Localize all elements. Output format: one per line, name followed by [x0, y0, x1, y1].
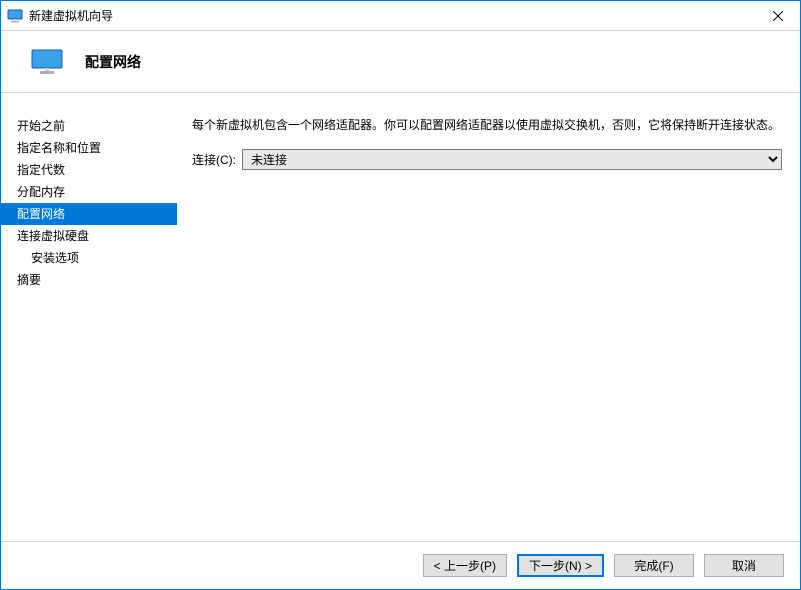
sidebar-item-before-begin[interactable]: 开始之前: [1, 115, 177, 137]
cancel-button[interactable]: 取消: [704, 554, 784, 577]
close-button[interactable]: [755, 1, 800, 30]
wizard-step-icon: [31, 49, 63, 75]
next-button[interactable]: 下一步(N) >: [517, 554, 604, 577]
connection-row: 连接(C): 未连接: [192, 149, 782, 170]
connection-label: 连接(C):: [192, 151, 236, 168]
step-description: 每个新虚拟机包含一个网络适配器。你可以配置网络适配器以使用虚拟交换机，否则，它将…: [192, 115, 782, 135]
page-heading: 配置网络: [85, 52, 141, 72]
sidebar-item-virtual-disk[interactable]: 连接虚拟硬盘: [1, 225, 177, 247]
prev-button[interactable]: < 上一步(P): [423, 554, 507, 577]
finish-button[interactable]: 完成(F): [614, 554, 694, 577]
wizard-footer: < 上一步(P) 下一步(N) > 完成(F) 取消: [1, 541, 800, 589]
wizard-steps-sidebar: 开始之前 指定名称和位置 指定代数 分配内存 配置网络 连接虚拟硬盘 安装选项 …: [1, 93, 178, 541]
sidebar-item-name-location[interactable]: 指定名称和位置: [1, 137, 177, 159]
connection-select[interactable]: 未连接: [242, 149, 782, 170]
sidebar-item-install-options[interactable]: 安装选项: [1, 247, 177, 269]
header-panel: 配置网络: [1, 31, 800, 93]
sidebar-item-generation[interactable]: 指定代数: [1, 159, 177, 181]
wizard-window: 新建虚拟机向导 配置网络 开始之前 指定名称和位置 指定代数 分配内存 配置网络…: [0, 0, 801, 590]
window-title: 新建虚拟机向导: [29, 7, 755, 24]
app-icon: [7, 8, 23, 24]
sidebar-item-summary[interactable]: 摘要: [1, 269, 177, 291]
close-icon: [773, 11, 783, 21]
sidebar-item-network[interactable]: 配置网络: [1, 203, 177, 225]
wizard-main-panel: 每个新虚拟机包含一个网络适配器。你可以配置网络适配器以使用虚拟交换机，否则，它将…: [178, 93, 800, 541]
sidebar-item-memory[interactable]: 分配内存: [1, 181, 177, 203]
titlebar: 新建虚拟机向导: [1, 1, 800, 31]
wizard-body: 开始之前 指定名称和位置 指定代数 分配内存 配置网络 连接虚拟硬盘 安装选项 …: [1, 93, 800, 541]
